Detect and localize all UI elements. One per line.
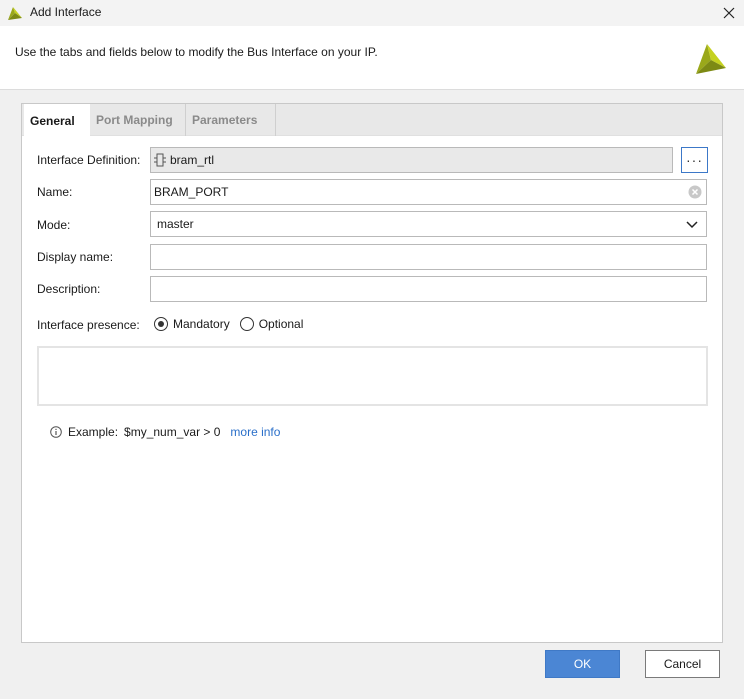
general-panel: General Port Mapping Parameters Interfac… [21, 103, 723, 643]
presence-expression-editor[interactable] [37, 346, 708, 406]
example-value: $my_num_var > 0 [124, 425, 221, 439]
name-label: Name: [37, 185, 73, 199]
interface-presence-label: Interface presence: [37, 318, 140, 332]
optional-label[interactable]: Optional [259, 317, 304, 331]
title-bar: Add Interface [0, 0, 744, 26]
bus-interface-icon [154, 153, 166, 167]
close-button[interactable] [714, 0, 744, 26]
cancel-button[interactable]: Cancel [645, 650, 720, 678]
tab-port-mapping[interactable]: Port Mapping [90, 104, 186, 136]
close-icon [723, 7, 735, 19]
interface-definition-label: Interface Definition: [37, 153, 141, 167]
mode-select[interactable]: master [150, 211, 707, 237]
tab-bar: General Port Mapping Parameters [22, 104, 722, 137]
interface-presence-group: Mandatory Optional [154, 317, 313, 331]
dialog-header: Use the tabs and fields below to modify … [0, 26, 744, 90]
name-field[interactable]: BRAM_PORT [150, 179, 707, 205]
ok-button[interactable]: OK [545, 650, 620, 678]
optional-radio[interactable] [239, 317, 254, 331]
more-info-link[interactable]: more info [230, 425, 280, 439]
chevron-down-icon [686, 221, 698, 229]
description-label: Description: [37, 282, 101, 296]
name-value: BRAM_PORT [154, 185, 229, 199]
tab-parameters[interactable]: Parameters [186, 104, 276, 136]
example-hint: Example: $my_num_var > 0 more info [50, 425, 280, 439]
mode-label: Mode: [37, 218, 71, 232]
display-name-label: Display name: [37, 250, 114, 264]
interface-definition-value: bram_rtl [170, 153, 215, 167]
header-instructions: Use the tabs and fields below to modify … [15, 45, 378, 59]
display-name-field[interactable] [150, 244, 707, 270]
vivado-logo-icon [8, 7, 22, 20]
browse-interface-button[interactable]: ··· [681, 147, 708, 173]
example-prefix: Example: [68, 425, 119, 439]
description-field[interactable] [150, 276, 707, 302]
mandatory-label[interactable]: Mandatory [173, 317, 230, 331]
vivado-logo-icon [696, 44, 726, 74]
tab-general[interactable]: General [24, 104, 90, 137]
mandatory-radio[interactable] [154, 317, 168, 331]
clear-icon[interactable] [688, 185, 702, 199]
window-title: Add Interface [30, 5, 102, 19]
mode-value: master [157, 217, 194, 231]
interface-definition-field: bram_rtl [150, 147, 673, 173]
info-icon [50, 426, 62, 438]
